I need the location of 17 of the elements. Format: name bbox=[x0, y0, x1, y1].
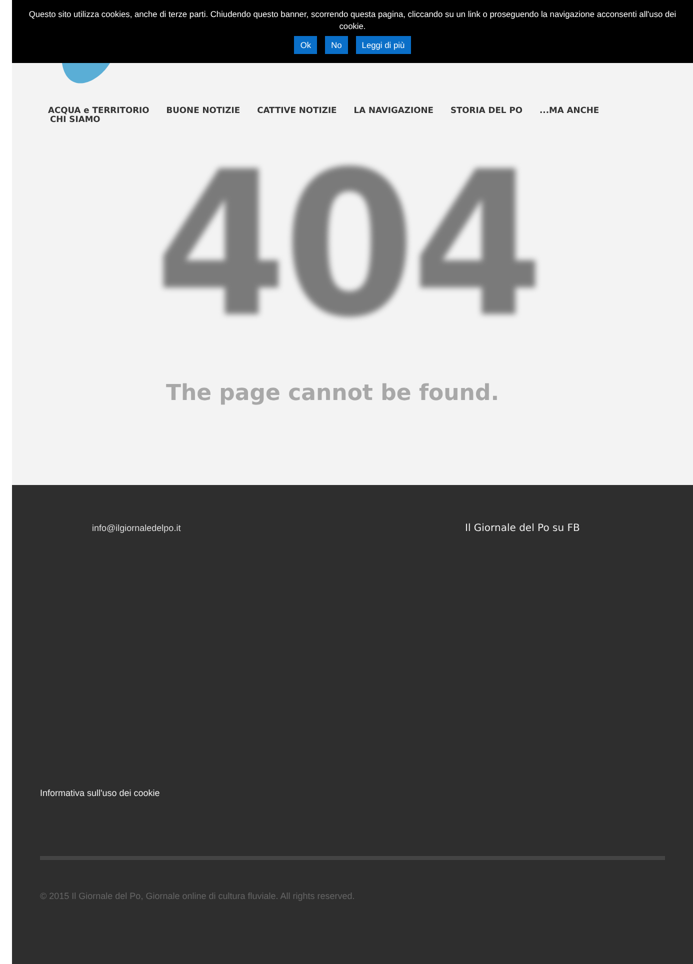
cookie-policy-link[interactable]: Informativa sull'uso dei cookie bbox=[40, 788, 665, 798]
facebook-title: Il Giornale del Po su FB bbox=[465, 523, 580, 534]
copyright-text: © 2015 Il Giornale del Po, Giornale online di cultura fluviale. All rights reserved. bbox=[40, 891, 356, 901]
error-code: 404 bbox=[154, 151, 542, 341]
cookie-message: Questo sito utilizza cookies, anche di terze parti. Chiudendo questo banner, scorrendo questa pagina, cliccando su un link o proseguendo la navigazione acconsenti all'uso dei cookie. bbox=[28, 8, 678, 32]
nav-item[interactable]: CHI SIAMO bbox=[50, 115, 100, 124]
cookie-button[interactable]: Ok bbox=[294, 36, 318, 54]
nav-item[interactable]: CATTIVE NOTIZIE bbox=[257, 106, 337, 115]
cookie-button[interactable]: No bbox=[325, 36, 348, 54]
cookie-button[interactable]: Leggi di più bbox=[356, 36, 411, 54]
nav-item[interactable]: ...MA ANCHE bbox=[539, 106, 600, 115]
nav-item[interactable]: LA NAVIGAZIONE bbox=[354, 106, 434, 115]
nav-item[interactable]: STORIA DEL PO bbox=[450, 106, 522, 115]
contact-email: info@ilgiornaledelpo.it bbox=[92, 523, 182, 534]
nav-item[interactable]: ACQUA e TERRITORIO bbox=[48, 106, 150, 115]
nav-item[interactable]: BUONE NOTIZIE bbox=[166, 106, 240, 115]
error-message: The page cannot be found. bbox=[164, 381, 500, 406]
